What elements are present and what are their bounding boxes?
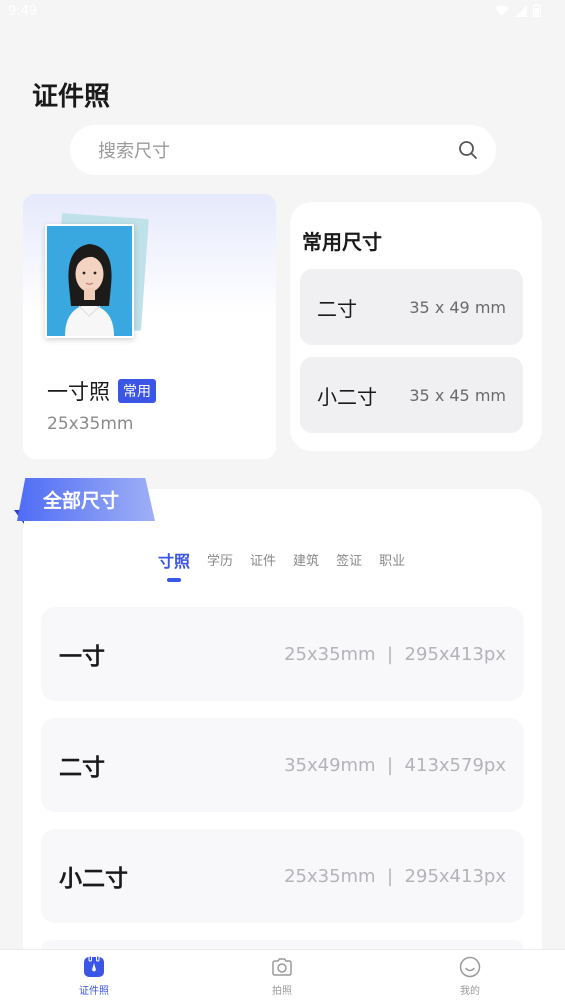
tab-photo[interactable]: 寸照	[158, 548, 190, 584]
id-photo-icon	[84, 956, 104, 977]
nav-label: 证件照	[79, 986, 109, 997]
portrait-image	[47, 226, 132, 336]
common-badge: 常用	[118, 379, 156, 403]
tab-occupation[interactable]: 职业	[379, 550, 405, 581]
nav-label: 拍照	[272, 986, 292, 997]
featured-size-card[interactable]: 一寸照 常用 25x35mm	[23, 194, 276, 459]
signal-icon	[515, 4, 527, 17]
common-size-dims: 35 x 45 mm	[409, 385, 506, 405]
tab-label: 寸照	[158, 552, 191, 571]
size-list-item[interactable]: 小二寸 25x35mm | 295x413px	[41, 829, 524, 923]
tab-visa[interactable]: 签证	[336, 550, 362, 581]
tab-education[interactable]: 学历	[207, 550, 233, 581]
category-tabs: 寸照 学历 证件 建筑 签证 职业	[158, 550, 422, 584]
search-input[interactable]: 搜索尺寸	[70, 125, 496, 175]
size-dims: 35x49mm | 413x579px	[284, 754, 506, 776]
size-name: 一寸	[59, 644, 105, 670]
status-icons	[495, 4, 541, 17]
size-list-item[interactable]: 二寸 35x49mm | 413x579px	[41, 718, 524, 812]
status-time: 9:49	[8, 4, 38, 19]
nav-profile[interactable]: 我的	[425, 956, 515, 997]
common-size-name: 小二寸	[317, 384, 377, 409]
wifi-icon	[495, 5, 509, 16]
tab-construction[interactable]: 建筑	[293, 550, 319, 581]
tab-certificate[interactable]: 证件	[250, 550, 276, 581]
search-icon[interactable]	[458, 140, 478, 160]
size-name: 小二寸	[59, 866, 128, 892]
nav-label: 我的	[460, 986, 480, 997]
tab-active-indicator	[167, 578, 181, 582]
battery-icon	[533, 4, 541, 17]
search-placeholder: 搜索尺寸	[98, 141, 170, 162]
common-sizes-card: 常用尺寸 二寸 35 x 49 mm 小二寸 35 x 45 mm	[290, 202, 542, 451]
featured-name-row: 一寸照 常用	[47, 376, 156, 406]
nav-camera[interactable]: 拍照	[237, 956, 327, 997]
common-size-name: 二寸	[317, 296, 357, 321]
size-list-item[interactable]: 一寸 25x35mm | 295x413px	[41, 607, 524, 701]
featured-size-name: 一寸照	[47, 380, 110, 404]
profile-smile-icon	[459, 956, 481, 978]
status-bar: 9:49	[0, 0, 565, 26]
common-size-item[interactable]: 小二寸 35 x 45 mm	[300, 357, 523, 433]
bottom-nav: 证件照 拍照 我的	[0, 949, 565, 1004]
size-dims: 25x35mm | 295x413px	[284, 643, 506, 665]
all-sizes-tag: 全部尺寸	[17, 478, 155, 521]
common-size-dims: 35 x 49 mm	[409, 297, 506, 317]
featured-size-dims: 25x35mm	[47, 414, 134, 434]
size-dims: 25x35mm | 295x413px	[284, 865, 506, 887]
page-title: 证件照	[32, 82, 111, 112]
nav-id-photo[interactable]: 证件照	[49, 956, 139, 997]
common-size-item[interactable]: 二寸 35 x 49 mm	[300, 269, 523, 345]
common-sizes-title: 常用尺寸	[302, 230, 382, 254]
size-name: 二寸	[59, 755, 105, 781]
camera-icon	[272, 958, 292, 976]
sample-id-photo	[45, 224, 134, 338]
